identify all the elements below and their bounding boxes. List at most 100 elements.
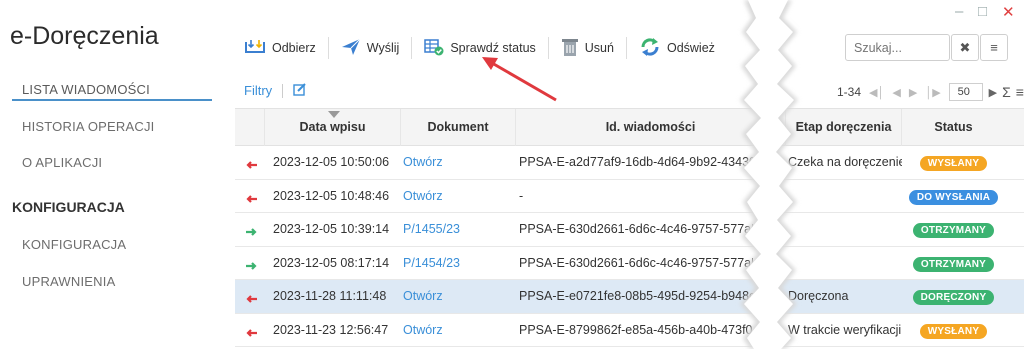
next-page-icon[interactable]: ▶ — [909, 86, 917, 99]
table-row[interactable]: 2023-12-05 10:39:14 P/1455/23 PPSA-E-630d2… — [235, 213, 1024, 247]
cell-status: DORĘCZONY — [902, 280, 1005, 313]
last-page-icon[interactable]: │▶ — [925, 86, 940, 99]
table-check-icon — [424, 38, 450, 59]
delete-label: Usuń — [584, 41, 614, 55]
cell-document-link[interactable]: P/1455/23 — [403, 213, 513, 246]
sidebar-item-configuration[interactable]: KONFIGURACJA — [22, 237, 126, 252]
status-badge: DORĘCZONY — [912, 290, 995, 305]
cell-stage: W trakcie weryfikacji — [788, 322, 902, 337]
page-size-select[interactable]: 50 — [948, 83, 983, 101]
cell-status: WYSŁANY — [902, 314, 1005, 347]
cell-message-id: PPSA-E-630d2661-6d6c-4c46-9757-577a5 — [519, 255, 753, 270]
sidebar-item-message-list[interactable]: LISTA WIADOMOŚCI — [22, 82, 150, 97]
toolbar: Odbierz Wyślij Sprawdź status Usuń Odświ… — [232, 30, 715, 66]
close-icon[interactable]: ✕ — [1002, 3, 1015, 21]
check-status-button[interactable]: Sprawdź status — [424, 38, 536, 59]
trash-icon — [561, 37, 585, 60]
cell-status: WYSŁANY — [902, 146, 1005, 179]
minimize-icon[interactable]: – — [955, 3, 963, 20]
next-icon[interactable]: ▶ — [989, 86, 997, 99]
cell-stage — [788, 247, 902, 280]
send-label: Wyślij — [366, 41, 400, 55]
clear-search-button[interactable]: ✖ — [951, 34, 979, 61]
status-badge: WYSŁANY — [919, 323, 988, 339]
incoming-arrow-icon — [245, 259, 258, 273]
outgoing-arrow-icon — [245, 158, 258, 172]
cell-message-id: PPSA-E-e0721fe8-08b5-495d-9254-b948c — [519, 289, 753, 303]
status-badge: DO WYSŁANIA — [908, 189, 999, 205]
refresh-label: Odśwież — [666, 41, 715, 55]
outgoing-arrow-icon — [245, 326, 258, 340]
cell-message-id: PPSA-E-8799862f-e85a-456b-a40b-473f0 — [519, 322, 753, 337]
toolbar-divider — [625, 37, 627, 59]
table-row[interactable]: 2023-12-05 10:50:06 Otwórz PPSA-E-a2d77af9… — [235, 146, 1024, 180]
columns-menu-icon[interactable]: ≡ — [1016, 84, 1024, 100]
first-page-icon[interactable]: ◀│ — [869, 86, 884, 99]
sidebar-item-operation-history[interactable]: HISTORIA OPERACJI — [22, 119, 154, 134]
table-body: 2023-12-05 10:50:06 Otwórz PPSA-E-a2d77af9… — [235, 146, 1024, 347]
receive-button[interactable]: Odbierz — [244, 38, 316, 59]
check-status-label: Sprawdź status — [450, 41, 536, 55]
sort-desc-icon — [328, 111, 340, 118]
sidebar-item-permissions[interactable]: UPRAWNIENIA — [22, 274, 115, 289]
filters-link[interactable]: Filtry — [244, 83, 272, 98]
incoming-arrow-icon — [245, 225, 258, 239]
paper-plane-icon — [341, 38, 367, 59]
sidebar-section-configuration: KONFIGURACJA — [12, 199, 125, 215]
table-row[interactable]: 2023-12-05 10:48:46 Otwórz - DO WYSŁANIA — [235, 180, 1024, 213]
header-document[interactable]: Dokument — [401, 109, 516, 146]
cell-message-id: PPSA-E-630d2661-6d6c-4c46-9757-577a5 — [519, 222, 753, 236]
cell-status: OTRZYMANY — [902, 247, 1005, 280]
cell-status: OTRZYMANY — [902, 213, 1005, 246]
table-header: Data wpisu Dokument Id. wiadomości Etap … — [235, 108, 1024, 146]
search-input[interactable] — [845, 34, 950, 61]
header-stage[interactable]: Etap doręczenia — [786, 109, 902, 146]
cell-message-id: - — [519, 188, 524, 203]
cell-date: 2023-12-05 10:39:14 — [273, 222, 390, 236]
table-row[interactable]: 2023-11-28 11:11:48 Otwórz PPSA-E-e0721fe8… — [235, 280, 1024, 314]
sum-icon[interactable]: Σ — [1002, 84, 1011, 100]
cell-document-link[interactable]: Otwórz — [403, 280, 513, 313]
refresh-icon — [639, 37, 667, 60]
header-message-id[interactable]: Id. wiadomości — [516, 109, 786, 146]
receive-tray-icon — [244, 38, 272, 59]
cell-stage — [788, 213, 902, 246]
receive-label: Odbierz — [272, 41, 316, 55]
header-date-label: Data wpisu — [299, 120, 366, 134]
header-direction — [235, 109, 265, 146]
sidebar: e-Doręczenia LISTA WIADOMOŚCI HISTORIA O… — [0, 0, 232, 349]
app-window: e-Doręczenia LISTA WIADOMOŚCI HISTORIA O… — [0, 0, 1024, 349]
refresh-button[interactable]: Odśwież — [639, 37, 715, 60]
cell-document-link[interactable]: Otwórz — [403, 146, 513, 179]
header-date[interactable]: Data wpisu — [265, 109, 401, 146]
filters-divider — [282, 83, 284, 98]
filters-bar: Filtry — [244, 82, 307, 99]
table-row[interactable]: 2023-12-05 08:17:14 P/1454/23 PPSA-E-630d2… — [235, 247, 1024, 280]
outgoing-arrow-icon — [245, 192, 258, 206]
cell-stage — [788, 180, 902, 213]
prev-page-icon[interactable]: ◀ — [892, 86, 900, 99]
pager: 1-34 ◀│ ◀ ▶ │▶ 50 ▶ Σ ≡ — [837, 83, 1024, 101]
cell-date: 2023-11-28 11:11:48 — [273, 289, 387, 303]
cell-document-link[interactable]: Otwórz — [403, 180, 513, 213]
send-button[interactable]: Wyślij — [341, 38, 400, 59]
cell-message-id: PPSA-E-a2d77af9-16db-4d64-9b92-43430 — [519, 155, 753, 169]
edit-filter-icon[interactable] — [293, 82, 307, 99]
cell-document-link[interactable]: P/1454/23 — [403, 247, 513, 280]
delete-button[interactable]: Usuń — [561, 37, 614, 60]
active-nav-indicator — [12, 99, 212, 101]
clear-icon: ✖ — [959, 39, 971, 55]
cell-date: 2023-12-05 10:50:06 — [273, 155, 390, 169]
outgoing-arrow-icon — [245, 292, 258, 306]
app-title: e-Doręczenia — [10, 22, 159, 50]
pager-range: 1-34 — [837, 85, 862, 99]
cell-document-link[interactable]: Otwórz — [403, 314, 513, 347]
cell-date: 2023-12-05 08:17:14 — [273, 255, 390, 270]
menu-button[interactable]: ≡ — [980, 34, 1008, 61]
status-badge: WYSŁANY — [919, 156, 988, 171]
maximize-icon[interactable]: □ — [978, 3, 987, 20]
sidebar-item-about[interactable]: O APLIKACJI — [22, 155, 102, 170]
header-status[interactable]: Status — [902, 109, 1005, 146]
table-row[interactable]: 2023-11-23 12:56:47 Otwórz PPSA-E-8799862f… — [235, 314, 1024, 347]
toolbar-divider — [547, 37, 549, 59]
